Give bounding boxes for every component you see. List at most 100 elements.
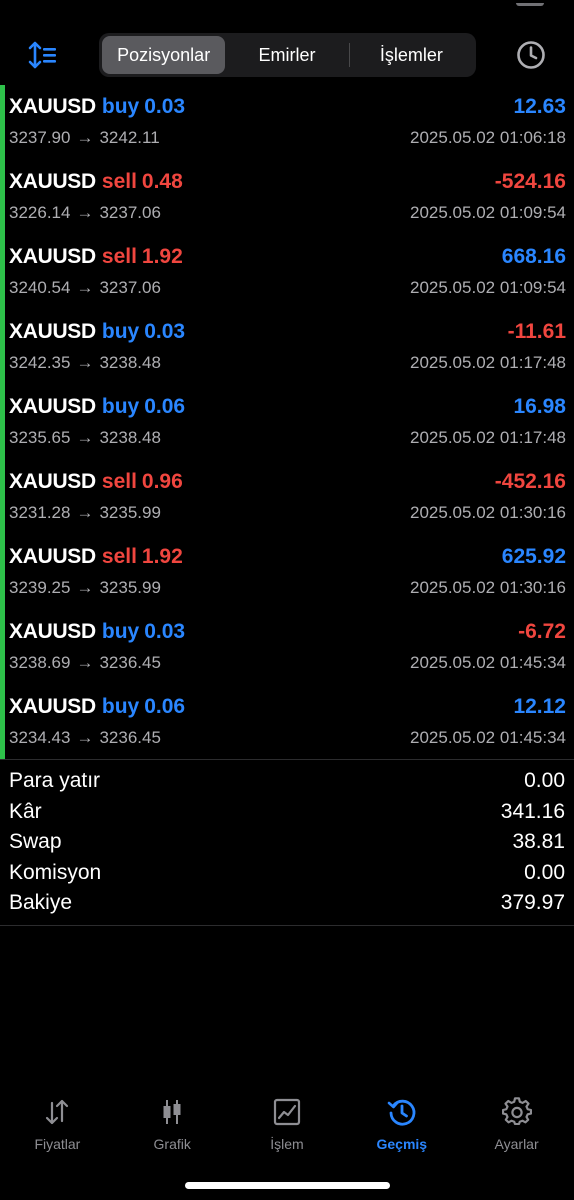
open-price: 3235.65 [9, 428, 71, 447]
position-side: buy [101, 95, 140, 118]
position-time: 2025.05.02 01:09:54 [410, 203, 566, 222]
arrow-right-icon: → [76, 503, 94, 522]
position-side: buy [101, 395, 140, 418]
home-indicator [185, 1182, 390, 1189]
close-price: 3235.99 [99, 503, 161, 522]
position-row[interactable]: XAUUSD sell 0.96 -452.16 3231.28 → 3235.99 2025… [0, 460, 574, 535]
close-price: 3242.11 [99, 128, 160, 147]
history-icon [387, 1099, 416, 1126]
open-price: 3242.35 [9, 353, 71, 372]
summary-row-commission: Komisyon 0.00 [0, 858, 574, 889]
arrow-right-icon: → [76, 278, 94, 297]
position-symbol: XAUUSD [9, 395, 96, 418]
arrow-right-icon: → [76, 578, 94, 597]
summary-value: 0.00 [524, 769, 565, 793]
position-symbol: XAUUSD [9, 620, 96, 643]
position-time: 2025.05.02 01:06:18 [410, 128, 566, 147]
close-price: 3238.48 [99, 353, 161, 372]
tab-gecmis[interactable]: Geçmiş [344, 1090, 459, 1160]
divider [0, 759, 574, 760]
close-price: 3238.48 [99, 428, 161, 447]
tab-label: Fiyatlar [34, 1136, 81, 1152]
arrows-updown-icon [46, 1099, 69, 1125]
header: Pozisyonlar Emirler İşlemler [0, 30, 574, 80]
summary-value: 341.16 [500, 799, 565, 823]
position-profit: -11.61 [507, 320, 566, 343]
close-price: 3236.45 [99, 728, 161, 747]
tab-label: İşlem [270, 1136, 304, 1152]
position-symbol: XAUUSD [9, 170, 96, 193]
open-price: 3237.90 [9, 128, 71, 147]
position-profit: -6.72 [518, 620, 566, 643]
summary-label: Kâr [9, 799, 42, 823]
tab-fiyatlar[interactable]: Fiyatlar [0, 1090, 115, 1160]
position-side: sell [101, 470, 137, 493]
summary-label: Bakiye [9, 891, 73, 915]
position-symbol: XAUUSD [9, 545, 96, 568]
position-profit: 12.63 [513, 95, 566, 118]
position-row[interactable]: XAUUSD buy 0.03 12.63 3237.90 → 3242.11 2025.05… [0, 85, 574, 160]
position-profit: 16.98 [513, 395, 566, 418]
status-bar-indicator [516, 0, 544, 6]
candlestick-icon [163, 1100, 181, 1124]
position-volume: 0.06 [144, 695, 186, 718]
sort-icon[interactable] [28, 40, 60, 70]
position-row[interactable]: XAUUSD buy 0.06 12.12 3234.43 → 3236.45 2025.05… [0, 685, 574, 760]
position-side: buy [101, 320, 140, 343]
summary-row-balance: Bakiye 379.97 [0, 888, 574, 919]
position-time: 2025.05.02 01:45:34 [410, 653, 566, 672]
position-volume: 1.92 [141, 245, 183, 268]
clock-icon[interactable] [515, 39, 547, 71]
summary-row-deposit: Para yatır 0.00 [0, 766, 574, 797]
position-volume: 0.96 [141, 470, 183, 493]
arrow-right-icon: → [76, 128, 94, 147]
position-profit: 625.92 [501, 545, 566, 568]
summary-value: 0.00 [524, 860, 565, 884]
position-time: 2025.05.02 01:30:16 [410, 503, 566, 522]
tab-islem[interactable]: İşlem [230, 1090, 345, 1160]
gear-icon [501, 1097, 532, 1126]
arrow-right-icon: → [76, 428, 94, 447]
position-volume: 0.03 [144, 620, 186, 643]
position-row[interactable]: XAUUSD sell 0.48 -524.16 3226.14 → 3237.06 2025… [0, 160, 574, 235]
tab-islemler[interactable]: İşlemler [350, 36, 473, 74]
position-row[interactable]: XAUUSD sell 1.92 625.92 3239.25 → 3235.99 2025.… [0, 535, 574, 610]
position-symbol: XAUUSD [9, 95, 96, 118]
position-row[interactable]: XAUUSD buy 0.03 -6.72 3238.69 → 3236.45 2025.05… [0, 610, 574, 685]
position-volume: 0.03 [144, 320, 186, 343]
position-volume: 0.48 [141, 170, 183, 193]
position-profit: -452.16 [494, 470, 566, 493]
summary-label: Komisyon [9, 860, 102, 884]
trade-chart-icon [273, 1098, 301, 1126]
position-profit: 12.12 [513, 695, 566, 718]
open-price: 3240.54 [9, 278, 71, 297]
position-side: buy [101, 620, 140, 643]
position-side: sell [101, 545, 137, 568]
divider [0, 925, 574, 926]
tab-label: Ayarlar [494, 1136, 539, 1152]
position-profit: 668.16 [501, 245, 566, 268]
position-time: 2025.05.02 01:17:48 [410, 428, 566, 447]
open-price: 3234.43 [9, 728, 71, 747]
tab-grafik[interactable]: Grafik [115, 1090, 230, 1160]
segmented-control: Pozisyonlar Emirler İşlemler [99, 33, 476, 77]
arrow-right-icon: → [76, 203, 94, 222]
position-row[interactable]: XAUUSD buy 0.06 16.98 3235.65 → 3238.48 2025.05… [0, 385, 574, 460]
tab-ayarlar[interactable]: Ayarlar [459, 1090, 574, 1160]
summary-value: 38.81 [512, 830, 565, 854]
position-side: sell [101, 170, 137, 193]
tab-emirler[interactable]: Emirler [225, 36, 348, 74]
tab-pozisyonlar[interactable]: Pozisyonlar [102, 36, 226, 74]
open-price: 3238.69 [9, 653, 71, 672]
position-side: buy [101, 695, 140, 718]
arrow-right-icon: → [76, 353, 94, 372]
position-symbol: XAUUSD [9, 245, 96, 268]
position-profit: -524.16 [494, 170, 566, 193]
arrow-right-icon: → [76, 728, 94, 747]
close-price: 3236.45 [99, 653, 161, 672]
position-time: 2025.05.02 01:45:34 [410, 728, 566, 747]
position-list: XAUUSD buy 0.03 12.63 3237.90 → 3242.11 2025.05… [0, 85, 574, 760]
position-row[interactable]: XAUUSD sell 1.92 668.16 3240.54 → 3237.06 2025.… [0, 235, 574, 310]
position-row[interactable]: XAUUSD buy 0.03 -11.61 3242.35 → 3238.48 2025.0… [0, 310, 574, 385]
tab-label: Grafik [153, 1136, 191, 1152]
